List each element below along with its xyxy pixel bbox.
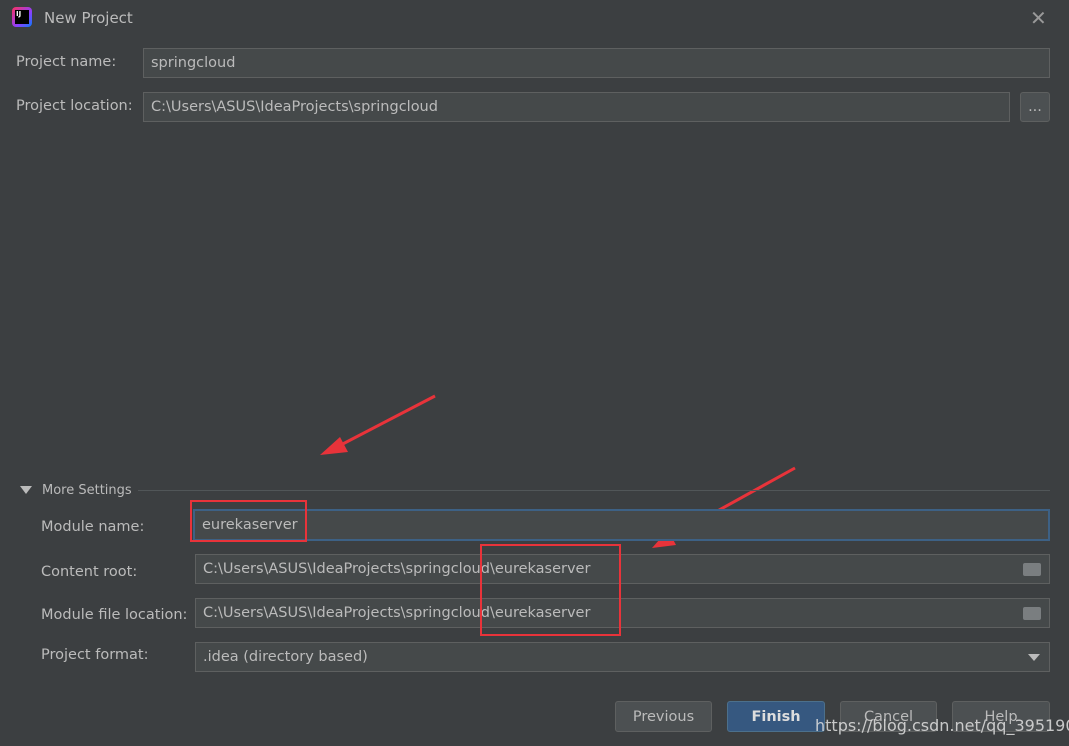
- more-settings-toggle[interactable]: More Settings: [42, 483, 132, 498]
- finish-button[interactable]: Finish: [727, 701, 825, 732]
- previous-button[interactable]: Previous: [615, 701, 712, 732]
- module-name-input[interactable]: eurekaserver: [193, 509, 1050, 541]
- red-arrow-1: [320, 394, 436, 455]
- project-format-label: Project format:: [41, 647, 149, 663]
- annotation-box-module-name: [190, 500, 307, 542]
- module-file-location-input[interactable]: C:\Users\ASUS\IdeaProjects\springcloud\e…: [195, 598, 1050, 628]
- content-root-input[interactable]: C:\Users\ASUS\IdeaProjects\springcloud\e…: [195, 554, 1050, 584]
- folder-icon[interactable]: [1023, 607, 1041, 620]
- folder-icon[interactable]: [1023, 563, 1041, 576]
- annotation-box-paths: [480, 544, 621, 636]
- separator: [138, 490, 1050, 491]
- content-root-label: Content root:: [41, 564, 138, 580]
- collapse-triangle-icon[interactable]: [20, 486, 32, 494]
- watermark: https://blog.csdn.net/qq_39519041: [815, 716, 1069, 735]
- dropdown-arrow-icon[interactable]: [1028, 654, 1040, 661]
- module-name-label: Module name:: [41, 519, 145, 535]
- module-file-location-label: Module file location:: [41, 607, 188, 623]
- project-format-value: .idea (directory based): [203, 649, 368, 665]
- project-format-select[interactable]: .idea (directory based): [195, 642, 1050, 672]
